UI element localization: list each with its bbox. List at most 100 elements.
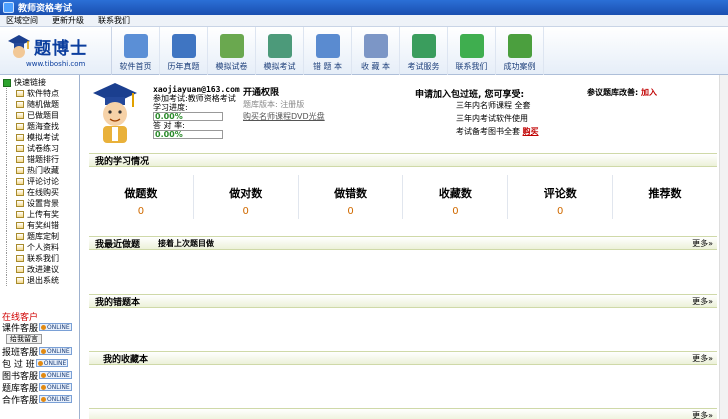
- brand-name: 题博士: [34, 39, 88, 59]
- benefit-item: 三年内考试软件使用: [456, 114, 528, 123]
- exam-icon: [171, 34, 196, 58]
- case-icon: [507, 34, 532, 58]
- sidebar-item-hot-favorites[interactable]: 热门收藏: [6, 165, 79, 176]
- wrong-section-header: 我的错题本 更多»: [89, 294, 717, 308]
- doc-icon: [16, 200, 24, 207]
- sidebar-item-contact[interactable]: 联系我们: [6, 253, 79, 264]
- bank-version: 题库版本: 注册版: [243, 100, 305, 109]
- sidebar-item-profile[interactable]: 个人资料: [6, 242, 79, 253]
- online-badge[interactable]: ONLINE: [39, 395, 72, 403]
- stat-recommend: 推荐数: [648, 187, 682, 200]
- sidebar-item-exit[interactable]: 退出系统: [6, 275, 79, 286]
- toolbar-mock-paper-button[interactable]: 模拟试卷: [208, 27, 256, 75]
- doc-icon: [16, 90, 24, 97]
- sidebar-item-wrong-rank[interactable]: 错题排行: [6, 154, 79, 165]
- continue-last-link[interactable]: 接着上次题目做: [158, 238, 214, 249]
- toolbar-wrong-book-button[interactable]: 错 题 本: [304, 27, 352, 75]
- brand-url: www.tiboshi.com: [26, 60, 86, 68]
- sidebar-item-background[interactable]: 设置背景: [6, 198, 79, 209]
- doc-icon: [16, 244, 24, 251]
- toolbar-contact-button[interactable]: 联系我们: [448, 27, 496, 75]
- progress-box: 0.00%: [153, 112, 223, 121]
- online-badge[interactable]: ONLINE: [39, 323, 72, 331]
- toolbar-past-exams-button[interactable]: 历年真题: [160, 27, 208, 75]
- user-email: xaojiayuan@163.com: [153, 85, 240, 94]
- online-support: 在线客户 课件客服 ONLINE 给我留言 报班客服 ONLINE 包 过 班 ONL…: [2, 310, 80, 406]
- online-badge[interactable]: ONLINE: [35, 359, 69, 367]
- sidebar-item-suggest[interactable]: 改进建议: [6, 264, 79, 275]
- sidebar-item-report-error[interactable]: 有奖纠错: [6, 220, 79, 231]
- doc-icon: [16, 134, 24, 141]
- sidebar-item-comments[interactable]: 评论讨论: [6, 176, 79, 187]
- app-icon: [3, 2, 14, 13]
- stat-done: 做题数 0: [89, 175, 194, 219]
- online-service-row[interactable]: 报班客服 ONLINE: [2, 345, 80, 358]
- online-service-row[interactable]: 包 过 班 ONLINE: [2, 357, 80, 370]
- test-icon: [267, 34, 292, 58]
- toolbar-mock-test-button[interactable]: 模拟考试: [256, 27, 304, 75]
- doc-icon: [16, 222, 24, 229]
- sidebar-item-custom-bank[interactable]: 题库定制: [6, 231, 79, 242]
- sidebar-item-mock-exam[interactable]: 模拟考试: [6, 132, 79, 143]
- doc-icon: [16, 101, 24, 108]
- contact-icon: [459, 34, 484, 58]
- buy-dvd-link[interactable]: 购买名师课程DVD光盘: [243, 111, 325, 123]
- online-service-row[interactable]: 课件客服 ONLINE: [2, 321, 80, 334]
- sidebar-item-done[interactable]: 已做题目: [6, 110, 79, 121]
- benefit-item: 三年内名师课程 全套: [456, 101, 531, 110]
- study-stats: 做题数 0 做对数 0 做错数 0 收藏数 0 评论数 0 推荐数: [89, 175, 717, 219]
- sidebar-item-search[interactable]: 题海查找: [6, 121, 79, 132]
- online-service-row[interactable]: 题库客服 ONLINE: [2, 381, 80, 394]
- online-service-row[interactable]: 合作客服 ONLINE: [2, 393, 80, 406]
- join-benefits: 三年内名师课程 全套 三年内考试软件使用 考试备考图书全套 购买: [456, 99, 539, 138]
- menu-item[interactable]: 更新升级: [52, 15, 84, 26]
- sidebar-item-features[interactable]: 软件特点: [6, 88, 79, 99]
- main-content: xaojiayuan@163.com 参加考试:教师资格考试 学习进度: 0.0…: [81, 75, 728, 419]
- menu-item[interactable]: 区域空间: [6, 15, 38, 26]
- doctor-avatar-icon: [93, 83, 137, 143]
- app-window: 教师资格考试 区域空间 更新升级 联系我们 题博士 www.tiboshi.co…: [0, 0, 728, 419]
- tree-root[interactable]: 快速链接: [3, 77, 79, 88]
- more-link[interactable]: 更多»: [692, 238, 713, 249]
- toolbar-service-button[interactable]: 考试服务: [400, 27, 448, 75]
- sidebar: 快速链接 软件特点 随机做题 已做题目 题海查找 模拟考试 试卷练习 错题排行 …: [0, 75, 80, 419]
- buy-link[interactable]: 购买: [523, 127, 539, 136]
- more-link[interactable]: 更多»: [692, 353, 713, 364]
- accuracy-label: 答 对 率:: [153, 121, 185, 130]
- leave-message-button[interactable]: 给我留言: [6, 334, 42, 344]
- doc-icon: [16, 211, 24, 218]
- permission-panel: 开通权限 题库版本: 注册版 购买名师课程DVD光盘: [243, 87, 325, 123]
- sidebar-item-random[interactable]: 随机做题: [6, 99, 79, 110]
- toolbar: 题博士 www.tiboshi.com 软件首页 历年真题 模拟试卷 模拟考试 …: [0, 27, 728, 75]
- progress-label: 学习进度:: [153, 103, 188, 112]
- online-badge[interactable]: ONLINE: [39, 347, 72, 355]
- toolbar-favorites-button[interactable]: 收 藏 本: [352, 27, 400, 75]
- doc-icon: [16, 178, 24, 185]
- doc-icon: [16, 145, 24, 152]
- accuracy-box: 0.00%: [153, 130, 223, 139]
- benefit-item: 考试备考图书全套: [456, 127, 520, 136]
- quick-links-tree: 快速链接 软件特点 随机做题 已做题目 题海查找 模拟考试 试卷练习 错题排行 …: [3, 77, 79, 286]
- favorites-section-header: 我的收藏本 更多»: [89, 351, 717, 365]
- logo: 题博士 www.tiboshi.com: [0, 27, 112, 75]
- online-badge[interactable]: ONLINE: [39, 383, 72, 391]
- toolbar-home-button[interactable]: 软件首页: [112, 27, 160, 75]
- online-status-icon: [41, 372, 47, 378]
- study-section-header: 我的学习情况: [89, 153, 717, 167]
- folder-icon: [3, 78, 11, 87]
- sidebar-item-upload[interactable]: 上传有奖: [6, 209, 79, 220]
- join-link[interactable]: 加入: [641, 88, 657, 97]
- toolbar-cases-button[interactable]: 成功案例: [496, 27, 544, 75]
- vertical-scrollbar[interactable]: [719, 75, 728, 419]
- more-link[interactable]: 更多»: [692, 410, 713, 419]
- menu-item[interactable]: 联系我们: [98, 15, 130, 26]
- doc-icon: [16, 277, 24, 284]
- sidebar-item-buy-online[interactable]: 在线购买: [6, 187, 79, 198]
- online-service-row[interactable]: 图书客服 ONLINE: [2, 369, 80, 382]
- more-link[interactable]: 更多»: [692, 296, 713, 307]
- user-info: xaojiayuan@163.com 参加考试:教师资格考试 学习进度: 0.0…: [153, 85, 240, 139]
- online-badge[interactable]: ONLINE: [39, 371, 72, 379]
- sidebar-item-paper-practice[interactable]: 试卷练习: [6, 143, 79, 154]
- favorite-icon: [363, 34, 388, 58]
- stat-favorites: 收藏数 0: [403, 175, 509, 219]
